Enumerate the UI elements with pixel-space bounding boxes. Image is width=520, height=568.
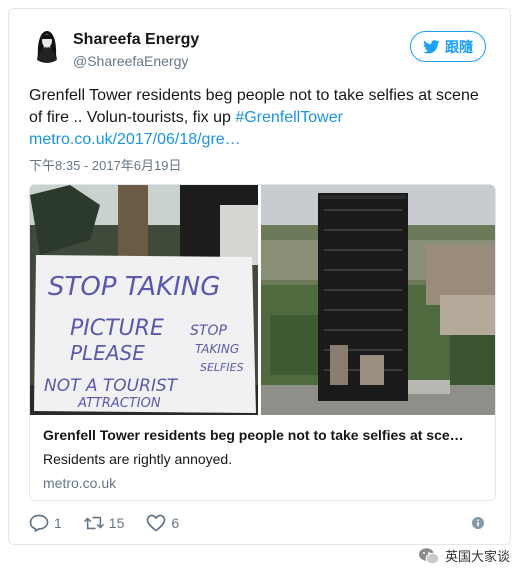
card-description: Residents are rightly annoyed.	[43, 451, 233, 467]
tweet-text: Grenfell Tower residents beg people not …	[29, 85, 497, 151]
tweet-actions: 1 15 6	[29, 513, 201, 533]
follow-button-label: 跟隨	[445, 38, 473, 55]
sign-photo: STOP TAKING PICTURE PLEASE STOP TAKING S…	[30, 185, 258, 415]
tower-photo	[261, 185, 495, 415]
display-name[interactable]: Shareefa Energy	[73, 31, 199, 49]
watermark-label: 英国大家谈	[444, 549, 510, 564]
like-count: 6	[171, 515, 180, 531]
sign-text-4: STOP	[190, 323, 227, 339]
sign-text-7: NOT A TOURIST	[44, 376, 179, 396]
tweet-timestamp[interactable]: 下午8:35 - 2017年6月19日	[29, 155, 181, 174]
sign-text-8: ATTRACTION	[77, 396, 161, 411]
retweet-count: 15	[108, 515, 125, 531]
retweet-button[interactable]: 15	[83, 514, 125, 532]
card-title: Grenfell Tower residents beg people not …	[43, 427, 464, 443]
info-icon[interactable]	[472, 517, 484, 529]
card-domain: metro.co.uk	[43, 475, 117, 491]
reply-button[interactable]: 1	[29, 514, 62, 532]
tweet-card: Shareefa Energy @ShareefaEnergy 跟隨 Grenf…	[8, 8, 511, 545]
sign-text-6: SELFIES	[200, 361, 244, 374]
link-preview-card[interactable]: STOP TAKING PICTURE PLEASE STOP TAKING S…	[29, 184, 496, 501]
hashtag-link[interactable]: #GrenfellTower	[235, 109, 343, 126]
sign-text-5: TAKING	[195, 342, 239, 356]
wechat-icon	[418, 547, 440, 564]
sign-text-2: PICTURE	[70, 316, 164, 341]
retweet-icon	[83, 516, 104, 530]
card-image: STOP TAKING PICTURE PLEASE STOP TAKING S…	[30, 185, 495, 415]
avatar[interactable]	[29, 27, 65, 63]
tweet-text-line2: of fire .. Volun-tourists, fix up	[29, 109, 236, 126]
tweet-text-line1: Grenfell Tower residents beg people not …	[29, 87, 479, 104]
twitter-bird-icon	[423, 39, 440, 53]
reply-icon	[29, 514, 49, 532]
reply-count: 1	[54, 515, 62, 531]
watermark: 英国大家谈	[418, 546, 510, 565]
sign-text-3: PLEASE	[70, 341, 145, 365]
like-button[interactable]: 6	[146, 514, 179, 532]
user-handle[interactable]: @ShareefaEnergy	[73, 53, 188, 69]
heart-icon	[147, 514, 166, 532]
sign-text-1: STOP TAKING	[48, 272, 220, 302]
article-link[interactable]: metro.co.uk/2017/06/18/gre…	[29, 131, 241, 148]
follow-button[interactable]: 跟隨	[410, 31, 486, 62]
